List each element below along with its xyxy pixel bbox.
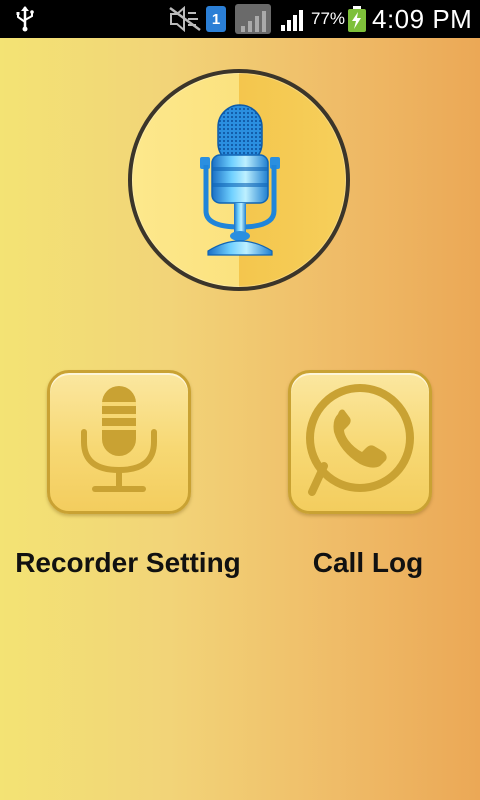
battery-percent: 77%	[311, 9, 346, 28]
microphone-icon	[74, 384, 164, 501]
recorder-setting-button[interactable]	[47, 370, 191, 514]
recorder-setting-label[interactable]: Recorder Setting	[12, 543, 244, 583]
call-log-label[interactable]: Call Log	[288, 543, 448, 583]
battery-charging-icon	[346, 0, 368, 38]
microphone-icon[interactable]	[198, 103, 282, 264]
mute-icon	[168, 0, 202, 38]
status-bar: 1 77% 4:09 PM	[0, 0, 480, 38]
signal-icon	[280, 0, 308, 38]
usb-icon	[14, 0, 36, 38]
clock: 4:09 PM	[372, 3, 473, 34]
phone-icon	[304, 383, 416, 501]
data-icon	[235, 0, 271, 38]
sim-icon: 1	[206, 0, 226, 38]
call-log-button[interactable]	[288, 370, 432, 514]
sim-slot-label: 1	[206, 6, 226, 32]
